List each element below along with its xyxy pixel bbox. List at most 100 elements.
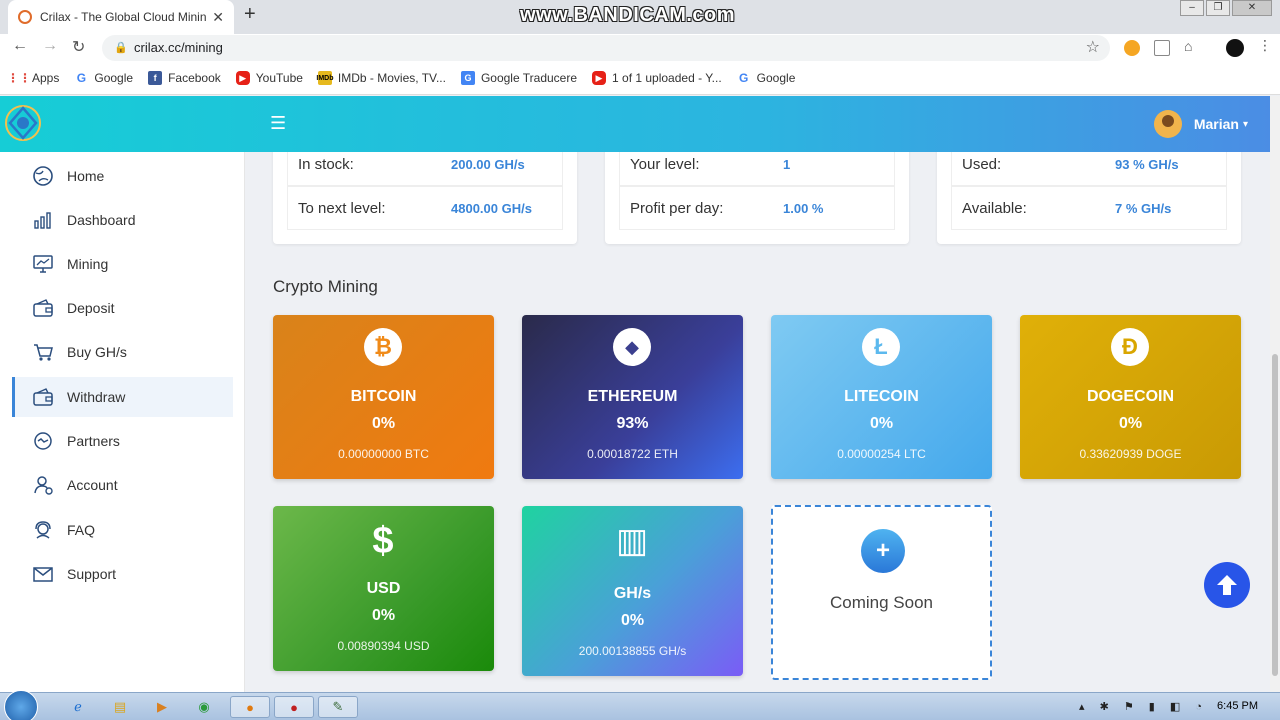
bookmark-apps[interactable]: ⋮⋮ Apps xyxy=(7,71,59,85)
scroll-to-top-button[interactable] xyxy=(1204,562,1250,608)
ethereum-icon: ◆ xyxy=(613,328,651,366)
bookmark-google-2[interactable]: G Google xyxy=(737,71,795,85)
mail-icon xyxy=(33,567,53,582)
stock-panel: In stock: 200.00 GH/s To next level: 480… xyxy=(273,152,577,244)
next-level-row: To next level: 4800.00 GH/s xyxy=(287,186,563,230)
back-arrow-icon[interactable]: ← xyxy=(12,37,28,55)
media-player-icon[interactable]: ▶ xyxy=(142,696,182,718)
in-stock-value: 200.00 GH/s xyxy=(451,156,525,172)
next-level-value: 4800.00 GH/s xyxy=(451,200,532,216)
chart-icon xyxy=(34,212,51,229)
reload-icon[interactable]: ↻ xyxy=(72,37,85,57)
bookmark-imdb[interactable]: IMDb IMDb - Movies, TV... xyxy=(316,71,446,85)
wallet-icon xyxy=(33,299,53,317)
ethereum-card[interactable]: ◆ ETHEREUM 93% 0.00018722 ETH xyxy=(522,315,743,479)
card-name: DOGECOIN xyxy=(1086,388,1175,405)
bookmark-google[interactable]: G Google xyxy=(74,71,133,85)
extension-c-icon[interactable] xyxy=(1124,40,1140,56)
home-icon[interactable]: ⌂ xyxy=(1184,38,1192,54)
google-icon: G xyxy=(739,71,749,85)
your-level-row: Your level: 1 xyxy=(619,152,895,186)
bookmark-youtube-upload[interactable]: ▶ 1 of 1 uploaded - Y... xyxy=(592,71,722,85)
bookmark-google-translate[interactable]: G Google Traducere xyxy=(460,71,577,85)
used-value: 93 % GH/s xyxy=(1115,156,1179,172)
close-tab-icon[interactable]: ✕ xyxy=(212,9,224,26)
card-amount: 200.00138855 GH/s xyxy=(578,644,687,658)
hamburger-menu-icon[interactable]: ☰ xyxy=(270,113,286,134)
bitcoin-icon: ₿ xyxy=(364,328,402,366)
tab-title: Crilax - The Global Cloud Mining xyxy=(40,10,207,24)
maximize-button[interactable]: ❐ xyxy=(1206,0,1230,16)
sidebar: Home Dashboard Mining Deposit Buy GH/s W… xyxy=(0,152,245,692)
dogecoin-card[interactable]: Ð DOGECOIN 0% 0.33620939 DOGE xyxy=(1020,315,1241,479)
bookmark-youtube[interactable]: ▶ YouTube xyxy=(235,71,303,85)
chip-icon: ▥ xyxy=(615,522,649,560)
bandicam-taskbar-icon[interactable]: ● xyxy=(274,696,314,718)
windows-taskbar: ℯ ▤ ▶ ◉ ● ● ✎ ▴ ✱ ⚑ ▮ ◧ ◔ 6:45 PM xyxy=(0,690,1280,720)
dollar-icon: $ xyxy=(372,519,394,562)
close-window-button[interactable]: ✕ xyxy=(1232,0,1272,16)
bitcoin-card[interactable]: ₿ BITCOIN 0% 0.00000000 BTC xyxy=(273,315,494,479)
sidebar-item-support[interactable]: Support xyxy=(12,554,233,594)
chevron-down-icon: ▾ xyxy=(1242,118,1248,130)
sidebar-item-buy-ghs[interactable]: Buy GH/s xyxy=(12,332,233,372)
litecoin-card[interactable]: Ł LITECOIN 0% 0.00000254 LTC xyxy=(771,315,992,479)
apps-grid-icon: ⋮⋮ xyxy=(7,71,31,85)
scrollbar-thumb[interactable] xyxy=(1272,354,1278,676)
sidebar-item-home[interactable]: Home xyxy=(12,156,233,196)
address-bar[interactable]: 🔒 crilax.cc/mining ☆ xyxy=(102,35,1110,61)
card-amount: 0.00018722 ETH xyxy=(587,447,678,461)
browser-tab[interactable]: Crilax - The Global Cloud Mining ✕ xyxy=(8,0,234,34)
notepad-taskbar-icon[interactable]: ✎ xyxy=(318,696,358,718)
support-icon xyxy=(35,521,51,539)
plus-icon: + xyxy=(861,529,905,573)
profit-row: Profit per day: 1.00 % xyxy=(619,186,895,230)
bookmark-facebook[interactable]: f Facebook xyxy=(148,71,221,85)
sidebar-item-account[interactable]: Account xyxy=(12,465,233,505)
google-icon: G xyxy=(76,71,87,85)
bookmarks-bar: ⋮⋮ Apps G Google f Facebook ▶ YouTube IMDb IM… xyxy=(0,62,1280,95)
forward-arrow-icon[interactable]: → xyxy=(42,37,58,55)
page-scrollbar[interactable] xyxy=(1270,96,1280,692)
globe-icon xyxy=(33,166,53,186)
card-percent: 0% xyxy=(371,415,396,432)
browser-toolbar: ← → ↻ 🔒 crilax.cc/mining ☆ ⌂ ⋮ xyxy=(0,34,1280,62)
window-controls: – ❐ ✕ xyxy=(1178,0,1272,16)
sidebar-item-withdraw[interactable]: Withdraw xyxy=(12,377,233,417)
new-tab-button[interactable]: + xyxy=(244,3,256,26)
card-percent: 93% xyxy=(616,415,649,432)
avatar xyxy=(1153,110,1182,138)
bookmark-star-icon[interactable]: ☆ xyxy=(1086,35,1100,61)
sidebar-item-mining[interactable]: Mining xyxy=(12,244,233,284)
arrow-up-icon xyxy=(1217,575,1237,595)
facebook-icon: f xyxy=(148,71,163,85)
crilax-taskbar-icon[interactable]: ● xyxy=(230,696,270,718)
ie-icon[interactable]: ℯ xyxy=(58,696,98,718)
explorer-icon[interactable]: ▤ xyxy=(100,696,140,718)
sidebar-item-faq[interactable]: FAQ xyxy=(12,510,233,550)
url-text: crilax.cc/mining xyxy=(134,40,223,55)
extension-search-icon[interactable] xyxy=(1154,40,1170,56)
sidebar-item-partners[interactable]: Partners xyxy=(12,421,233,461)
sidebar-item-deposit[interactable]: Deposit xyxy=(12,288,233,328)
card-percent: 0% xyxy=(1118,415,1143,432)
ghs-card[interactable]: ▥ GH/s 0% 200.00138855 GH/s xyxy=(522,506,743,676)
menu-dots-icon[interactable]: ⋮ xyxy=(1258,37,1272,54)
sidebar-item-dashboard[interactable]: Dashboard xyxy=(12,200,233,240)
profit-value: 1.00 % xyxy=(783,200,824,216)
crilax-logo-icon[interactable] xyxy=(2,102,44,144)
monitor-icon xyxy=(33,255,53,273)
start-button[interactable] xyxy=(4,690,38,720)
chrome-icon[interactable]: ◉ xyxy=(184,696,224,718)
level-panel: Your level: 1 Profit per day: 1.00 % xyxy=(605,152,909,244)
taskbar-clock[interactable]: 6:45 PM xyxy=(1217,700,1258,712)
usage-panel: Used: 93 % GH/s Available: 7 % GH/s xyxy=(937,152,1241,244)
user-menu[interactable]: Marian ▾ xyxy=(1153,110,1248,138)
main-content: In stock: 200.00 GH/s To next level: 480… xyxy=(245,152,1270,692)
minimize-button[interactable]: – xyxy=(1180,0,1204,16)
usd-card[interactable]: $ USD 0% 0.00890394 USD xyxy=(273,506,494,671)
translate-icon: G xyxy=(460,71,475,85)
profile-icon[interactable] xyxy=(1226,39,1244,57)
card-percent: 0% xyxy=(620,612,645,629)
system-tray[interactable]: ▴ ✱ ⚑ ▮ ◧ ◔ xyxy=(1079,700,1208,713)
